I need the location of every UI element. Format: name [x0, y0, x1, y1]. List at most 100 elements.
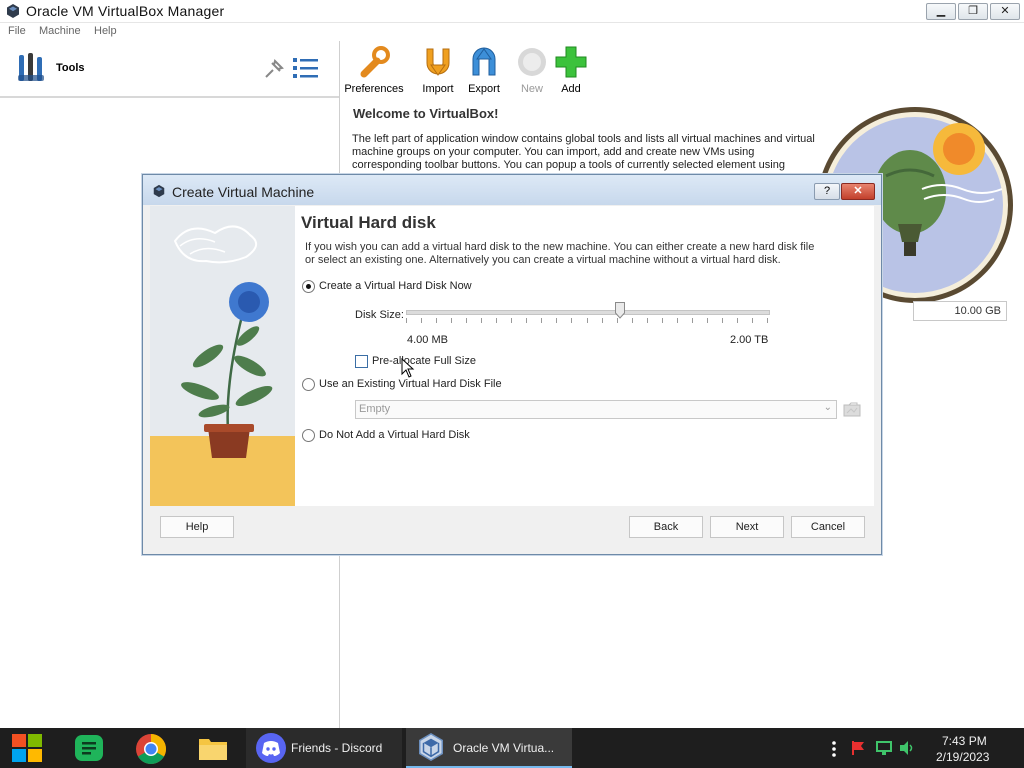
- dialog-close-button[interactable]: ✕: [841, 183, 875, 200]
- preallocate-row[interactable]: Pre-allocate Full Size: [355, 355, 555, 369]
- dialog-title: Create Virtual Machine: [172, 184, 315, 200]
- dialog-titlebar[interactable]: Create Virtual Machine ? ✕: [143, 175, 881, 205]
- slider-thumb[interactable]: [615, 302, 625, 319]
- slider-tick: [511, 318, 512, 323]
- no-disk-radio[interactable]: [302, 429, 315, 442]
- slider-tick: [466, 318, 467, 323]
- slider-tick: [677, 318, 678, 323]
- preferences-label: Preferences: [344, 83, 404, 95]
- menu-file[interactable]: File: [8, 25, 26, 37]
- start-button[interactable]: [0, 728, 54, 768]
- windows-logo-icon: [11, 733, 43, 766]
- slider-tick: [436, 318, 437, 323]
- menu-help[interactable]: Help: [94, 25, 117, 37]
- sheets-app-button[interactable]: [62, 728, 116, 768]
- slider-tick: [481, 318, 482, 323]
- use-existing-radio[interactable]: [302, 378, 315, 391]
- no-disk-radio-row[interactable]: Do Not Add a Virtual Hard Disk: [301, 429, 601, 443]
- slider-tick: [421, 318, 422, 323]
- menu-bar: File Machine Help: [0, 23, 340, 41]
- window-title: Oracle VM VirtualBox Manager: [26, 3, 225, 19]
- preallocate-label: Pre-allocate Full Size: [372, 355, 476, 367]
- help-button[interactable]: Help: [160, 516, 234, 538]
- disk-size-slider[interactable]: [406, 302, 770, 328]
- tools-label: Tools: [56, 62, 85, 74]
- chrome-icon: [135, 733, 167, 768]
- slider-tick: [737, 318, 738, 323]
- create-disk-radio-row[interactable]: Create a Virtual Hard Disk Now: [301, 280, 601, 294]
- add-icon: [554, 45, 588, 82]
- slider-tick: [571, 318, 572, 323]
- tools-icon: [17, 51, 49, 88]
- restore-button[interactable]: ❐: [958, 3, 988, 20]
- no-disk-label: Do Not Add a Virtual Hard Disk: [319, 429, 470, 441]
- slider-tick: [602, 318, 603, 323]
- dialog-help-button[interactable]: ?: [814, 183, 840, 200]
- main-titlebar[interactable]: Oracle VM VirtualBox Manager ▁ ❐ ✕: [0, 0, 1024, 23]
- slider-tick: [541, 318, 542, 323]
- slider-tick: [556, 318, 557, 323]
- discord-taskbar-button[interactable]: Friends - Discord: [246, 728, 402, 768]
- next-button[interactable]: Next: [710, 516, 784, 538]
- slider-tick: [496, 318, 497, 323]
- slider-tick: [767, 318, 768, 323]
- tools-item[interactable]: Tools: [0, 41, 339, 98]
- virtualbox-logo-icon: [5, 3, 21, 19]
- virtualbox-taskbar-button[interactable]: Oracle VM Virtua...: [406, 728, 572, 768]
- pin-icon[interactable]: [262, 57, 286, 84]
- slider-tick: [451, 318, 452, 323]
- choose-disk-folder-icon[interactable]: [843, 401, 861, 420]
- disk-size-input[interactable]: 10.00 GB: [913, 301, 1007, 321]
- overflow-dots-icon[interactable]: [831, 740, 837, 761]
- disk-size-value: 10.00 GB: [954, 305, 1001, 317]
- slider-max-label: 2.00 TB: [730, 334, 769, 346]
- use-existing-radio-row[interactable]: Use an Existing Virtual Hard Disk File: [301, 378, 601, 392]
- virtualbox-taskbar-icon: [416, 732, 446, 765]
- virtualbox-taskbar-label: Oracle VM Virtua...: [453, 741, 555, 755]
- list-view-icon[interactable]: [292, 55, 320, 84]
- taskbar: Friends - Discord Oracle VM Virtua... 7:…: [0, 728, 1024, 768]
- chevron-down-icon: ⌄: [823, 402, 832, 413]
- slider-groove: [406, 310, 770, 315]
- create-disk-radio[interactable]: [302, 280, 315, 293]
- back-button[interactable]: Back: [629, 516, 703, 538]
- slider-tick: [752, 318, 753, 323]
- slider-min-label: 4.00 MB: [407, 334, 448, 346]
- dialog-footer: Help Back Next Cancel: [143, 506, 881, 554]
- volume-icon[interactable]: [898, 740, 916, 759]
- clock-time[interactable]: 7:43 PM: [942, 734, 987, 748]
- slider-tick: [707, 318, 708, 323]
- welcome-text: The left part of application window cont…: [352, 133, 815, 171]
- close-icon: ✕: [853, 185, 863, 197]
- existing-disk-combo[interactable]: Empty ⌄: [355, 400, 837, 419]
- cancel-button[interactable]: Cancel: [791, 516, 865, 538]
- slider-tick: [647, 318, 648, 323]
- folder-icon: [198, 735, 228, 764]
- network-icon[interactable]: [875, 740, 893, 759]
- create-vm-dialog: Create Virtual Machine ? ✕ Virtual Hard …: [142, 174, 1007, 555]
- dialog-vbox-icon: [152, 184, 166, 201]
- slider-tick: [632, 318, 633, 323]
- dialog-body: Virtual Hard disk If you wish you can ad…: [150, 206, 1007, 506]
- import-icon: [421, 45, 455, 82]
- close-window-button[interactable]: ✕: [990, 3, 1020, 20]
- slider-tick: [692, 318, 693, 323]
- slider-tick: [722, 318, 723, 323]
- file-explorer-button[interactable]: [186, 728, 240, 768]
- chrome-button[interactable]: [124, 728, 178, 768]
- flag-icon[interactable]: [850, 740, 866, 759]
- preferences-icon: [357, 45, 391, 82]
- minimize-button[interactable]: ▁: [926, 3, 956, 20]
- discord-taskbar-label: Friends - Discord: [291, 741, 383, 755]
- new-icon: [515, 45, 549, 82]
- create-disk-label: Create a Virtual Hard Disk Now: [319, 280, 472, 292]
- slider-tick: [406, 318, 407, 323]
- section-description: If you wish you can add a virtual hard d…: [305, 241, 815, 266]
- disk-size-label: Disk Size:: [355, 309, 404, 321]
- menu-machine[interactable]: Machine: [39, 25, 81, 37]
- preallocate-checkbox[interactable]: [355, 355, 368, 368]
- slider-ticks: [406, 318, 768, 323]
- clock-date[interactable]: 2/19/2023: [936, 750, 989, 764]
- slider-tick: [526, 318, 527, 323]
- section-title: Virtual Hard disk: [301, 213, 436, 232]
